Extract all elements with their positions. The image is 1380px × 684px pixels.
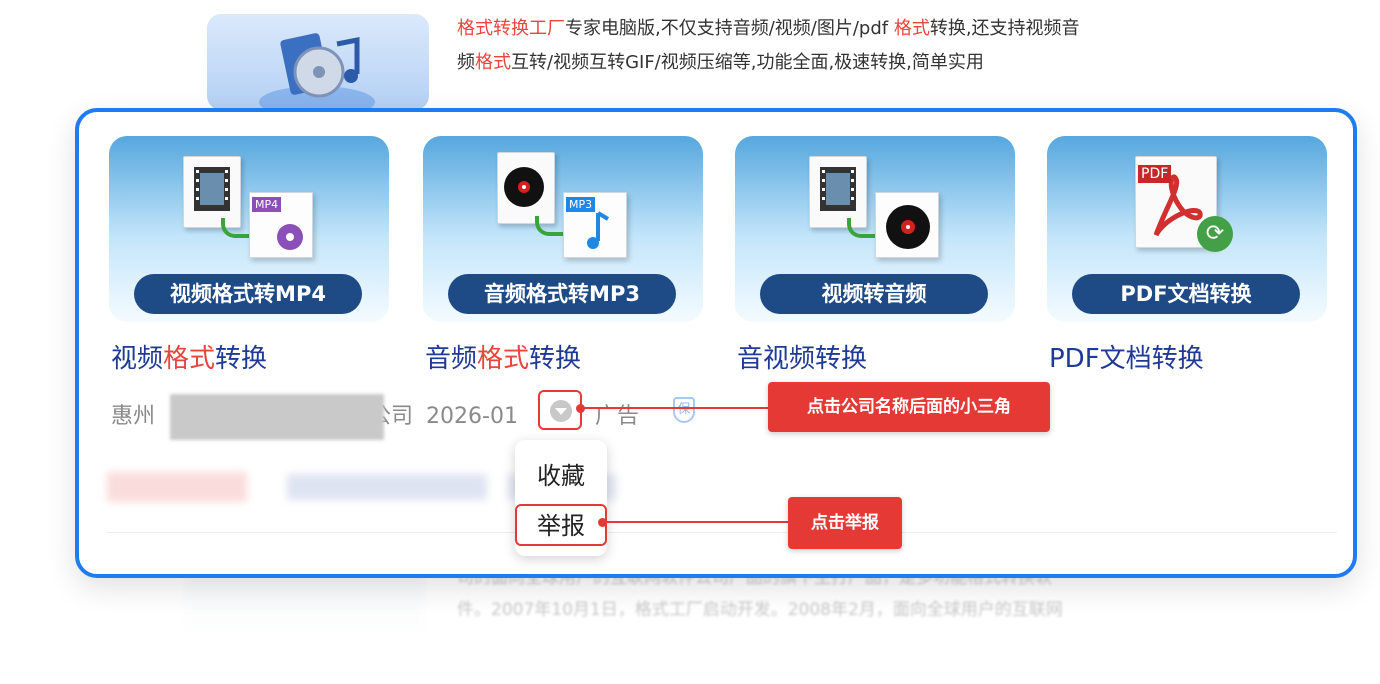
title-text: 转换 <box>529 344 582 374</box>
tile-pill-label: 视频转音频 <box>760 274 988 314</box>
tile-title-pdf-convert[interactable]: PDF文档转换 <box>1049 338 1204 375</box>
title-text: 视频 <box>111 344 164 374</box>
music-disc-icon <box>259 33 375 110</box>
description-text: 专家电脑版,不仅支持音频/视频/图片/pdf <box>565 18 894 39</box>
title-text: 转换 <box>215 344 268 374</box>
tile-title-av-convert[interactable]: 音视频转换 <box>737 338 867 375</box>
tile-video-to-mp4[interactable]: MP4 视频格式转MP4 <box>109 136 389 322</box>
dropdown-triangle-icon <box>550 400 572 422</box>
ad-label: 广告 <box>595 404 640 429</box>
tile-pill-label: 音频格式转MP3 <box>448 274 676 314</box>
callout-click-triangle: 点击公司名称后面的小三角 <box>768 382 1050 432</box>
callout-line <box>580 407 768 409</box>
tile-title-audio-format[interactable]: 音频格式转换 <box>425 338 581 375</box>
title-highlight: 格式 <box>477 344 530 374</box>
callout-line <box>602 521 788 523</box>
title-text: 音频 <box>425 344 478 374</box>
highlighted-keyword: 格式转换工厂 <box>457 18 565 39</box>
background-ad-line-2: 频格式互转/视频互转GIF/视频压缩等,功能全面,极速转换,简单实用 <box>457 46 1197 80</box>
menu-item-report[interactable]: 举报 <box>515 504 607 546</box>
tile-pill-label: 视频格式转MP4 <box>134 274 362 314</box>
file-tag: MP3 <box>566 197 596 212</box>
highlighted-ad-card: MP4 视频格式转MP4 MP3 音频格式转MP3 视频转音频 PDF ⟳ PD… <box>75 108 1357 578</box>
background-ad-description: 格式转换工厂专家电脑版,不仅支持音频/视频/图片/pdf 格式转换,还支持视频音… <box>457 12 1197 80</box>
background-ad-thumbnail <box>207 14 429 110</box>
description-text: 互转/视频互转GIF/视频压缩等,功能全面,极速转换,简单实用 <box>511 52 984 73</box>
title-highlight: 格式 <box>163 344 216 374</box>
background-ad-line-1: 格式转换工厂专家电脑版,不仅支持音频/视频/图片/pdf 格式转换,还支持视频音 <box>457 12 1197 46</box>
refresh-icon: ⟳ <box>1197 216 1233 252</box>
divider <box>107 532 1337 533</box>
title-text: 音视频转换 <box>737 344 868 374</box>
tile-audio-to-mp3[interactable]: MP3 音频格式转MP3 <box>423 136 703 322</box>
menu-item-favorite[interactable]: 收藏 <box>515 456 607 491</box>
company-name-prefix: 惠州 <box>111 404 156 429</box>
description-text: 频 <box>457 52 475 73</box>
description-text: 转换,还支持视频音 <box>929 18 1080 39</box>
mp4-file-icon: MP4 <box>249 192 313 258</box>
mp3-file-icon: MP3 <box>563 192 627 258</box>
tile-pill-label: PDF文档转换 <box>1072 274 1300 314</box>
title-text: PDF文档转换 <box>1049 344 1204 374</box>
tile-video-to-audio[interactable]: 视频转音频 <box>735 136 1015 322</box>
redacted-company-name <box>170 394 384 440</box>
callout-click-report: 点击举报 <box>788 497 902 549</box>
file-tag: PDF <box>1138 165 1172 183</box>
tile-title-video-format[interactable]: 视频格式转换 <box>111 338 267 375</box>
background-blurred-line-2: 件。2007年10月1日，格式工厂启动开发。2008年2月，面向全球用户的互联网 <box>457 600 1063 620</box>
company-dropdown-menu: 收藏 举报 <box>515 440 607 556</box>
shield-icon: 保 <box>673 397 695 423</box>
highlighted-keyword: 格式 <box>893 18 930 39</box>
ad-date: 2026-01 <box>426 404 518 429</box>
audio-file-icon <box>497 152 555 224</box>
highlighted-keyword: 格式 <box>475 52 511 73</box>
file-tag: MP4 <box>252 197 282 212</box>
audio-disc-icon <box>875 192 939 258</box>
tile-pdf-convert[interactable]: PDF ⟳ PDF文档转换 <box>1047 136 1327 322</box>
